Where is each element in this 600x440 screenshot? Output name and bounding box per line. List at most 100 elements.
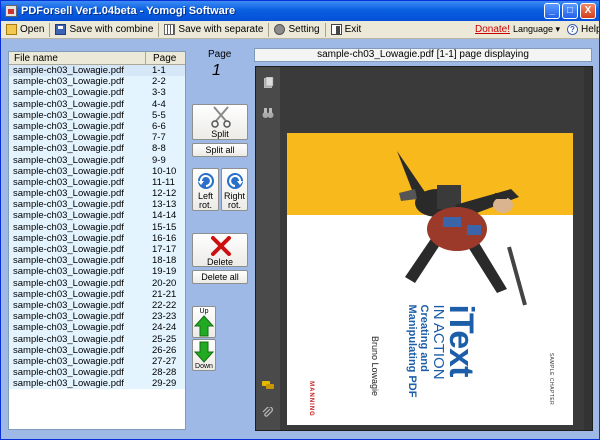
file-name-cell: sample-ch03_Lowagie.pdf	[13, 355, 124, 367]
viewer-scrollbar[interactable]	[584, 67, 592, 430]
maximize-button[interactable]: □	[562, 3, 578, 19]
pdf-viewer[interactable]: iText IN ACTION Creating and Manipulatin…	[255, 66, 593, 431]
table-row[interactable]: sample-ch03_Lowagie.pdf 18-18	[9, 255, 185, 267]
close-button[interactable]: X	[580, 3, 596, 19]
split-all-button[interactable]: Split all	[192, 143, 248, 157]
table-row[interactable]: sample-ch03_Lowagie.pdf 29-29	[9, 378, 185, 390]
exit-label: Exit	[344, 24, 362, 35]
left-rotate-button[interactable]: Left rot.	[192, 168, 219, 211]
split-label: Split	[211, 129, 229, 139]
window-controls: _ □ X	[544, 3, 596, 19]
table-row[interactable]: sample-ch03_Lowagie.pdf 25-25	[9, 333, 185, 345]
table-row[interactable]: sample-ch03_Lowagie.pdf 27-27	[9, 355, 185, 368]
page-number: 1	[212, 62, 221, 79]
cover-publisher: MANNING	[308, 381, 314, 417]
delete-all-button[interactable]: Delete all	[192, 270, 248, 284]
file-name-cell: sample-ch03_Lowagie.pdf	[13, 255, 124, 267]
table-row[interactable]: sample-ch03_Lowagie.pdf 13-13	[9, 199, 185, 211]
down-button[interactable]: Down	[192, 339, 216, 371]
app-icon	[5, 5, 17, 17]
file-name-cell: sample-ch03_Lowagie.pdf	[13, 199, 124, 211]
viewer-sidebar	[256, 67, 280, 430]
page-range-cell: 13-13	[152, 199, 177, 211]
table-row[interactable]: sample-ch03_Lowagie.pdf 22-22	[9, 299, 185, 312]
table-row[interactable]: sample-ch03_Lowagie.pdf 20-20	[9, 277, 185, 289]
right-rotate-button[interactable]: Right rot.	[221, 168, 248, 211]
page-range-cell: 28-28	[152, 367, 177, 379]
table-row[interactable]: sample-ch03_Lowagie.pdf 26-26	[9, 344, 185, 356]
page-range-cell: 10-10	[152, 165, 177, 177]
cover-subtitle: IN ACTION	[430, 304, 447, 380]
pages-icon[interactable]	[262, 77, 274, 89]
column-header-page[interactable]: Page	[146, 52, 176, 64]
table-row[interactable]: sample-ch03_Lowagie.pdf 1-1	[9, 65, 185, 77]
toolbar-divider	[158, 22, 160, 37]
arrow-down-icon	[194, 341, 214, 363]
table-row[interactable]: sample-ch03_Lowagie.pdf 6-6	[9, 120, 185, 133]
split-button[interactable]: Split	[192, 104, 248, 140]
file-name-cell: sample-ch03_Lowagie.pdf	[13, 221, 124, 233]
table-row[interactable]: sample-ch03_Lowagie.pdf 15-15	[9, 221, 185, 233]
page-range-cell: 27-27	[152, 355, 177, 367]
table-row[interactable]: sample-ch03_Lowagie.pdf 16-16	[9, 232, 185, 244]
table-row[interactable]: sample-ch03_Lowagie.pdf 7-7	[9, 132, 185, 144]
page-range-cell: 3-3	[152, 87, 166, 99]
cover-title-block: iText IN ACTION Creating and Manipulatin…	[406, 304, 480, 398]
file-name-cell: sample-ch03_Lowagie.pdf	[13, 232, 124, 244]
table-row[interactable]: sample-ch03_Lowagie.pdf 3-3	[9, 87, 185, 99]
table-row[interactable]: sample-ch03_Lowagie.pdf 2-2	[9, 76, 185, 88]
table-row[interactable]: sample-ch03_Lowagie.pdf 8-8	[9, 143, 185, 155]
page-range-cell: 1-1	[152, 65, 166, 76]
donate-link[interactable]: Donate!	[475, 24, 510, 35]
table-row[interactable]: sample-ch03_Lowagie.pdf 5-5	[9, 109, 185, 121]
save-combine-button[interactable]: Save with combine	[52, 22, 156, 38]
language-menu[interactable]: Language ▾	[513, 24, 560, 35]
page-range-cell: 14-14	[152, 210, 177, 222]
table-row[interactable]: sample-ch03_Lowagie.pdf 28-28	[9, 367, 185, 379]
left-rot-label-2: rot.	[198, 200, 212, 210]
save-separate-button[interactable]: Save with separate	[161, 22, 266, 38]
table-row[interactable]: sample-ch03_Lowagie.pdf 21-21	[9, 288, 185, 300]
column-header-file-name[interactable]: File name	[9, 52, 146, 64]
file-name-cell: sample-ch03_Lowagie.pdf	[13, 154, 124, 166]
table-row[interactable]: sample-ch03_Lowagie.pdf 10-10	[9, 165, 185, 177]
page-range-cell: 19-19	[152, 266, 177, 278]
title-bar[interactable]: PDForsell Ver1.04beta - Yomogi Software …	[1, 1, 599, 21]
setting-button[interactable]: Setting	[271, 22, 322, 38]
page-range-cell: 23-23	[152, 311, 177, 323]
table-row[interactable]: sample-ch03_Lowagie.pdf 24-24	[9, 322, 185, 334]
comments-icon[interactable]	[262, 379, 274, 391]
scissors-icon	[211, 106, 231, 128]
binoculars-icon[interactable]	[262, 107, 274, 119]
setting-label: Setting	[288, 24, 320, 35]
grid-icon	[164, 24, 176, 35]
table-row[interactable]: sample-ch03_Lowagie.pdf 11-11	[9, 176, 185, 189]
help-button[interactable]: ? Help	[564, 22, 600, 38]
help-label: Help	[581, 24, 600, 35]
table-row[interactable]: sample-ch03_Lowagie.pdf 9-9	[9, 154, 185, 166]
table-row[interactable]: sample-ch03_Lowagie.pdf 19-19	[9, 266, 185, 278]
table-row[interactable]: sample-ch03_Lowagie.pdf 23-23	[9, 311, 185, 323]
table-row[interactable]: sample-ch03_Lowagie.pdf 14-14	[9, 210, 185, 222]
minimize-button[interactable]: _	[544, 3, 560, 19]
page-range-cell: 29-29	[152, 378, 177, 390]
file-list[interactable]: File name Page sample-ch03_Lowagie.pdf 1-…	[8, 51, 186, 430]
file-name-cell: sample-ch03_Lowagie.pdf	[13, 311, 124, 323]
page-range-cell: 20-20	[152, 277, 177, 289]
rotate-right-icon	[227, 173, 243, 189]
file-name-cell: sample-ch03_Lowagie.pdf	[13, 266, 124, 278]
up-button[interactable]: Up	[192, 306, 216, 338]
delete-button[interactable]: Delete	[192, 233, 248, 267]
table-row[interactable]: sample-ch03_Lowagie.pdf 12-12	[9, 188, 185, 200]
toolbar-divider	[324, 22, 326, 37]
table-row[interactable]: sample-ch03_Lowagie.pdf 4-4	[9, 98, 185, 110]
page-range-cell: 9-9	[152, 154, 166, 166]
viewer-title: sample-ch03_Lowagie.pdf [1-1] page displ…	[254, 48, 592, 62]
exit-button[interactable]: Exit	[328, 22, 365, 38]
folder-icon	[6, 24, 17, 35]
paperclip-icon[interactable]	[262, 407, 274, 419]
file-name-cell: sample-ch03_Lowagie.pdf	[13, 143, 124, 155]
window-title: PDForsell Ver1.04beta - Yomogi Software	[21, 5, 236, 17]
open-button[interactable]: Open	[3, 22, 47, 38]
table-row[interactable]: sample-ch03_Lowagie.pdf 17-17	[9, 244, 185, 256]
